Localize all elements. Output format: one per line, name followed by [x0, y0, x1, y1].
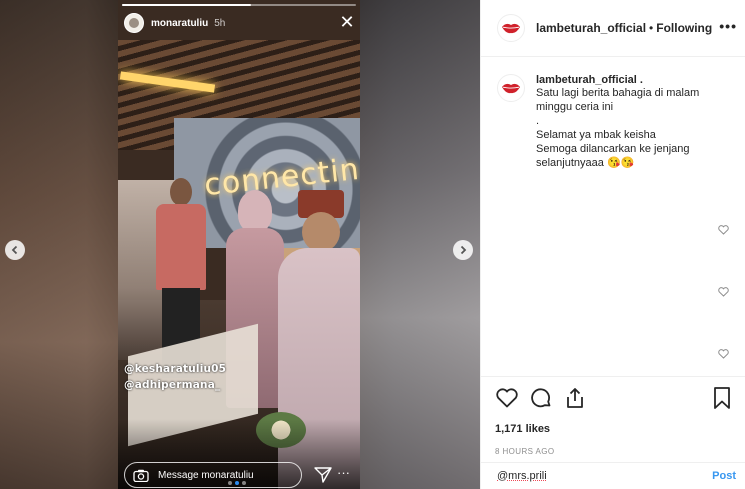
carousel-dot — [228, 481, 232, 485]
follow-button[interactable]: Following — [656, 21, 712, 35]
bookmark-icon[interactable] — [712, 386, 732, 410]
caption-body: lambeturah_official . Satu lagi berita b… — [536, 74, 699, 170]
comment-icon[interactable] — [529, 386, 553, 410]
post-username[interactable]: lambeturah_official — [536, 21, 646, 35]
lips-avatar[interactable] — [497, 14, 525, 42]
post-actions: 1,171 likes 8 HOURS AGO — [481, 376, 745, 456]
caption-line: Selamat ya mbak keisha — [536, 129, 656, 141]
caption-line: Satu lagi berita bahagia di malam — [536, 87, 700, 99]
post-button[interactable]: Post — [712, 470, 736, 482]
mention-tag-1[interactable]: @kesharatuliu05 — [124, 363, 226, 375]
story-progress-fill — [122, 4, 251, 6]
likes-count[interactable]: 1,171 likes — [495, 423, 732, 435]
caption-line: . — [536, 115, 540, 127]
story-username[interactable]: monaratuliu — [151, 18, 208, 29]
comment-bar: @mrs.prili Post — [481, 462, 745, 489]
chevron-right-icon[interactable] — [453, 240, 473, 260]
caption-line: minggu ceria ini — [536, 101, 614, 113]
carousel-dot-active — [235, 481, 239, 485]
story-progress-bar — [122, 4, 356, 6]
send-icon[interactable] — [314, 466, 332, 484]
story-time: 5h — [214, 17, 226, 29]
mention-tag-2[interactable]: @adhipermana_ — [124, 379, 220, 391]
more-options-icon[interactable]: ••• — [719, 18, 737, 34]
more-icon[interactable]: ··· — [337, 466, 351, 482]
caption-comment: lambeturah_official . Satu lagi berita b… — [497, 74, 737, 170]
reply-placeholder: Message monaratuliu — [158, 469, 254, 481]
separator-dot: • — [649, 21, 654, 35]
chevron-left-icon[interactable] — [5, 240, 25, 260]
comment-input[interactable]: @mrs.prili — [497, 470, 547, 482]
caption-username[interactable]: lambeturah_official . — [536, 74, 699, 86]
camera-icon[interactable] — [133, 469, 149, 482]
post-panel: lambeturah_official • Following ••• lamb… — [480, 0, 745, 489]
heart-icon[interactable] — [495, 386, 519, 410]
close-icon[interactable]: ✕ — [338, 13, 356, 31]
comment-like-heart-icon[interactable] — [718, 225, 729, 235]
post-timestamp[interactable]: 8 HOURS AGO — [495, 447, 732, 456]
caption-line: Semoga dilancarkan ke jenjang — [536, 143, 690, 155]
story-avatar[interactable] — [124, 13, 144, 33]
caption-line: selanjutnyaaa 😘😘 — [536, 157, 635, 169]
story-frame: connectin — [118, 0, 360, 489]
comment-like-heart-icon[interactable] — [718, 349, 729, 359]
story-header: monaratuliu 5h ✕ — [124, 12, 358, 34]
share-icon[interactable] — [563, 386, 587, 410]
carousel-dot — [242, 481, 246, 485]
post-header: lambeturah_official • Following ••• — [481, 0, 745, 57]
post-media[interactable]: connectin monaratuliu 5h ✕ @kesharatuliu… — [0, 0, 480, 489]
comment-like-heart-icon[interactable] — [718, 287, 729, 297]
lips-avatar[interactable] — [497, 74, 525, 102]
carousel-dots — [228, 481, 246, 485]
action-row — [495, 385, 732, 411]
story-reply-input[interactable]: Message monaratuliu — [124, 462, 302, 488]
